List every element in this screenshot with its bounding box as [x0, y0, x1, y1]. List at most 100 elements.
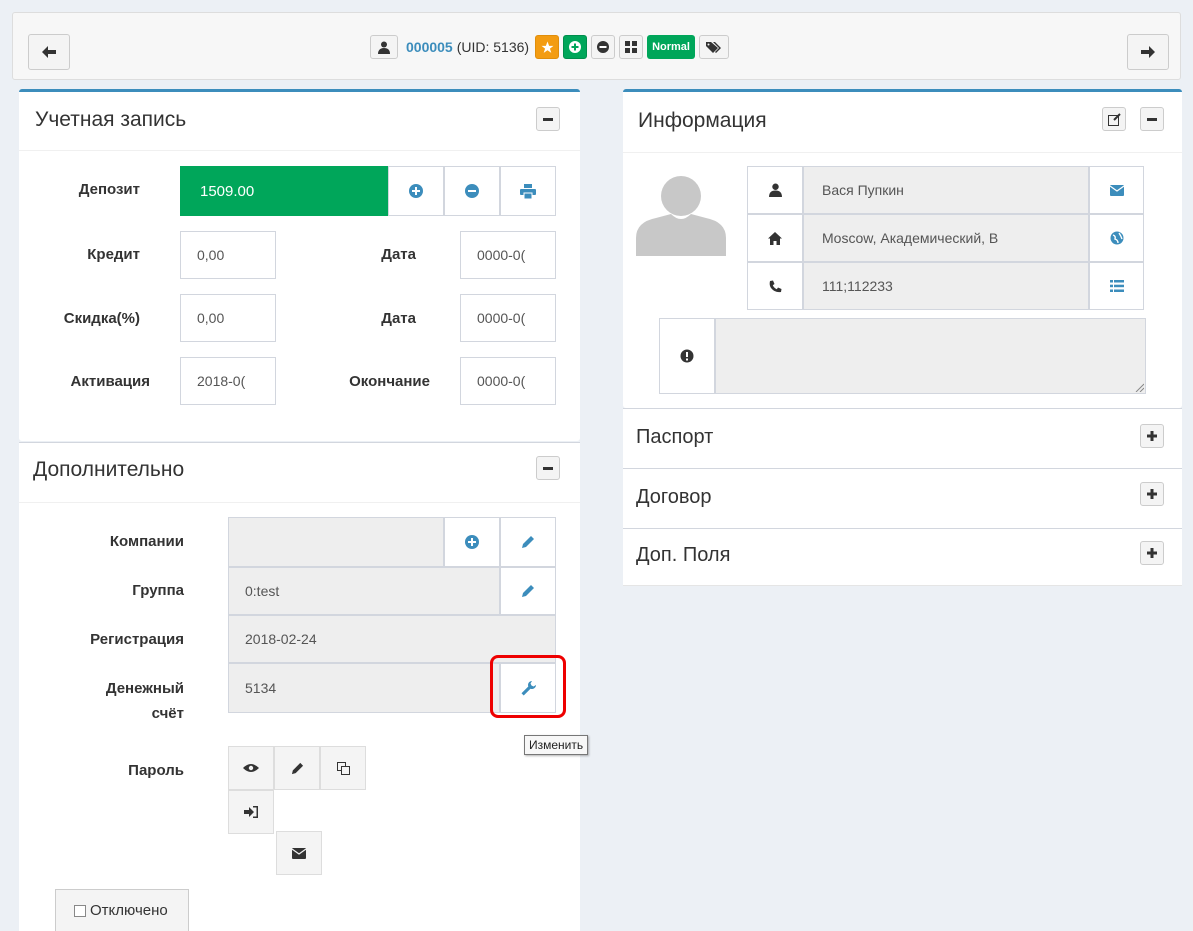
map-button[interactable] — [1089, 214, 1144, 262]
user-header: 000005 (UID: 5136) Normal — [370, 34, 729, 60]
account-box-divider — [19, 150, 580, 151]
user-profile-button[interactable] — [370, 35, 398, 59]
deposit-value: 1509.00 — [180, 166, 388, 216]
group-edit-button[interactable] — [500, 567, 556, 615]
plus-circle-icon — [408, 183, 424, 199]
pencil-icon — [291, 762, 304, 775]
password-show-button[interactable] — [228, 746, 274, 790]
star-icon — [541, 41, 554, 54]
phone-icon — [769, 280, 782, 293]
company-field — [228, 517, 444, 567]
plus-circle-icon — [464, 534, 480, 550]
bill-field: 5134 — [228, 663, 500, 713]
envelope-icon — [1109, 184, 1124, 196]
expire-label: Окончание — [349, 373, 430, 390]
expire-input[interactable]: 0000-0( — [460, 357, 556, 405]
minus-circle-icon — [464, 183, 480, 199]
resize-handle-icon[interactable] — [1134, 382, 1144, 392]
tags-icon — [705, 41, 722, 54]
user-icon — [768, 183, 782, 197]
phone-list-button[interactable] — [1089, 262, 1144, 310]
pencil-icon — [521, 584, 535, 598]
user-icon — [378, 41, 390, 54]
credit-date-label: Дата — [381, 246, 416, 263]
name-row-icon — [747, 166, 803, 214]
company-label: Компании — [109, 533, 184, 550]
deposit-subtract-button[interactable] — [444, 166, 500, 216]
contract-section-title: Договор — [636, 486, 712, 508]
password-label: Пароль — [128, 762, 184, 779]
password-edit-button[interactable] — [274, 746, 320, 790]
registration-label: Регистрация — [90, 631, 184, 648]
info-box-title: Информация — [638, 109, 767, 132]
extra-box-divider — [19, 502, 580, 503]
tags-button[interactable] — [698, 35, 729, 59]
company-edit-button[interactable] — [500, 517, 556, 567]
status-badge: Normal — [647, 35, 695, 59]
print-icon — [520, 183, 536, 199]
contract-expand-button[interactable] — [1140, 482, 1164, 506]
credit-input[interactable]: 0,00 — [180, 231, 276, 279]
passport-section-title: Паспорт — [636, 426, 714, 448]
bill-label-line1: Денежный — [105, 680, 184, 697]
avatar — [636, 166, 726, 256]
exclamation-circle-icon — [680, 349, 694, 363]
extra-box-title: Дополнительно — [33, 458, 185, 481]
minus-circle-icon — [596, 40, 610, 54]
pencil-icon — [521, 535, 535, 549]
home-icon — [768, 231, 782, 245]
deposit-print-button[interactable] — [500, 166, 556, 216]
highlight-annotation — [490, 655, 566, 718]
discount-date-input[interactable]: 0000-0( — [460, 294, 556, 342]
deposit-add-button[interactable] — [388, 166, 444, 216]
deposit-label: Депозит — [78, 181, 140, 198]
grid-icon — [625, 41, 638, 53]
password-login-button[interactable] — [228, 790, 274, 834]
account-collapse-button[interactable] — [536, 107, 560, 131]
globe-icon — [1110, 231, 1124, 245]
group-label: Группа — [132, 582, 184, 599]
name-field: Вася Пупкин — [803, 166, 1089, 214]
plus-icon — [1147, 548, 1157, 558]
user-silhouette-icon — [636, 176, 726, 256]
company-add-button[interactable] — [444, 517, 500, 567]
edit-icon — [1107, 112, 1121, 126]
extra-fields-section-title: Доп. Поля — [636, 544, 731, 566]
passport-expand-button[interactable] — [1140, 424, 1164, 448]
disabled-toggle[interactable]: Отключено — [55, 889, 189, 931]
minus-icon — [543, 466, 553, 470]
password-copy-button[interactable] — [320, 746, 366, 790]
send-email-button[interactable] — [1089, 166, 1144, 214]
address-field: Moscow, Академический, В — [803, 214, 1089, 262]
extra-collapse-button[interactable] — [536, 456, 560, 480]
arrow-right-icon — [1141, 46, 1155, 58]
add-service-button[interactable] — [563, 35, 588, 59]
arrow-left-icon — [42, 46, 56, 58]
favorite-button[interactable] — [535, 35, 560, 59]
credit-date-input[interactable]: 0000-0( — [460, 231, 556, 279]
discount-input[interactable]: 0,00 — [180, 294, 276, 342]
eye-icon — [243, 763, 259, 773]
extra-fields-expand-button[interactable] — [1140, 541, 1164, 565]
user-uid: (UID: 5136) — [456, 39, 530, 55]
activation-input[interactable]: 2018-0( — [180, 357, 276, 405]
group-field: 0:test — [228, 567, 500, 615]
comment-textarea[interactable] — [715, 318, 1146, 394]
disabled-checkbox[interactable] — [74, 904, 86, 917]
previous-user-button[interactable] — [28, 34, 70, 70]
minus-icon — [1147, 117, 1157, 121]
change-tooltip: Изменить — [524, 735, 589, 755]
services-grid-button[interactable] — [619, 35, 644, 59]
next-user-button[interactable] — [1127, 34, 1169, 70]
plus-icon — [1147, 489, 1157, 499]
disable-user-button[interactable] — [591, 35, 616, 59]
user-login-link[interactable]: 000005 — [406, 39, 453, 55]
bill-label-line2: счёт — [151, 705, 184, 722]
activation-label: Активация — [70, 373, 150, 390]
plus-icon — [1147, 431, 1157, 441]
password-send-button[interactable] — [276, 831, 322, 875]
list-icon — [1109, 280, 1124, 292]
info-collapse-button[interactable] — [1140, 107, 1164, 131]
comment-row-icon — [659, 318, 715, 394]
info-edit-button[interactable] — [1102, 107, 1126, 131]
